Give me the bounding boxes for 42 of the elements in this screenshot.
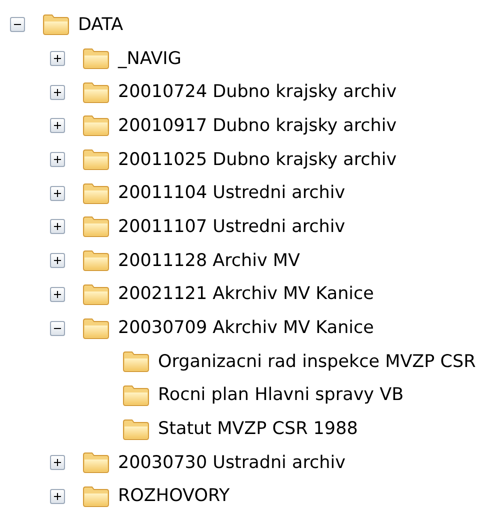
folder-icon — [82, 47, 110, 70]
tree-item[interactable]: 20011025 Dubno krajsky archiv — [118, 150, 397, 170]
folder-icon — [122, 384, 150, 407]
tree-item[interactable]: 20030730 Ustradni archiv — [118, 452, 346, 473]
collapse-icon[interactable] — [50, 320, 65, 336]
folder-icon — [82, 148, 110, 172]
expand-icon[interactable] — [50, 51, 65, 66]
expand-icon[interactable] — [50, 455, 65, 470]
tree-item[interactable]: ROZHOVORY — [118, 486, 230, 506]
expand-icon[interactable] — [50, 186, 65, 201]
tree-item[interactable]: 20030709 Akrchiv MV Kanice — [118, 318, 374, 338]
tree-item[interactable]: 20010917 Dubno krajsky archiv — [118, 116, 397, 136]
expand-icon[interactable] — [50, 152, 65, 168]
collapse-icon[interactable] — [10, 17, 25, 32]
expand-icon[interactable] — [50, 84, 65, 100]
tree-item[interactable]: 20021121 Akrchiv MV Kanice — [118, 284, 374, 304]
tree-item[interactable]: Statut MVZP CSR 1988 — [158, 419, 358, 440]
folder-icon — [82, 114, 110, 138]
folder-icon — [82, 451, 110, 474]
expand-icon[interactable] — [50, 253, 65, 268]
tree-item[interactable]: Rocni plan Hlavni spravy VB — [158, 385, 404, 406]
folder-icon — [82, 182, 110, 205]
expand-icon[interactable] — [50, 219, 65, 234]
folder-icon — [82, 316, 110, 340]
expand-icon[interactable] — [50, 488, 65, 504]
folder-icon — [82, 215, 110, 238]
folder-icon — [82, 484, 110, 508]
expand-icon[interactable] — [50, 118, 65, 134]
tree-item[interactable]: Organizacni rad inspekce MVZP CSR — [158, 352, 476, 372]
expand-icon[interactable] — [50, 286, 65, 302]
folder-icon — [122, 350, 150, 374]
folder-icon — [122, 418, 150, 441]
tree-item[interactable]: 20010724 Dubno krajsky archiv — [118, 82, 397, 102]
folder-icon — [82, 80, 110, 104]
tree-item[interactable]: 20011128 Archiv MV — [118, 250, 300, 271]
tree-item[interactable]: DATA — [78, 14, 124, 35]
tree-item[interactable]: 20011107 Ustredni archiv — [118, 216, 346, 237]
tree-item[interactable]: _NAVIG — [118, 48, 182, 69]
folder-icon — [82, 282, 110, 306]
tree-item[interactable]: 20011104 Ustredni archiv — [118, 183, 346, 204]
folder-icon — [42, 13, 70, 36]
folder-icon — [82, 249, 110, 272]
